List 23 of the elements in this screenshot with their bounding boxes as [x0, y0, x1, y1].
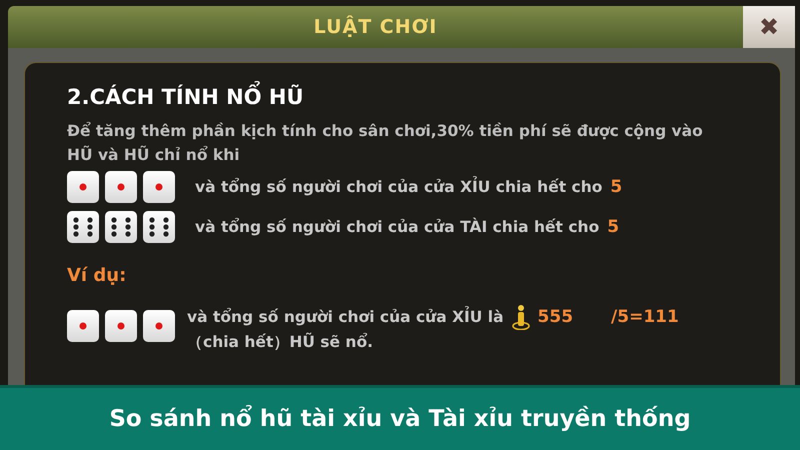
die-one-icon [143, 310, 175, 342]
dialog-title: LUẬT CHƠI [8, 6, 743, 48]
player-count: 555 [538, 307, 574, 327]
example-note: （chia hết）HŨ sẽ nổ. [187, 332, 374, 353]
die-one-icon [105, 171, 137, 203]
division-result: /5=111 [611, 307, 679, 327]
die-six-icon [143, 211, 175, 243]
person-icon [512, 304, 530, 330]
example-label: Ví dụ: [67, 265, 128, 286]
rule-text: và tổng số người chơi của cửa XỈU chia hết cho [195, 178, 602, 196]
intro-paragraph: Để tăng thêm phần kịch tính cho sân chơi,30% tiền phí sẽ được cộng vào HŨ và HŨ chỉ nổ khi [67, 120, 704, 166]
die-one-icon [143, 171, 175, 203]
close-button[interactable]: ✖ [743, 6, 795, 48]
die-one-icon [105, 310, 137, 342]
die-six-icon [67, 211, 99, 243]
rule-text: và tổng số người chơi của cửa TÀI chia hết cho [195, 218, 600, 236]
die-six-icon [105, 211, 137, 243]
divisor-value: 5 [607, 217, 620, 237]
die-one-icon [67, 310, 99, 342]
example-text: và tổng số người chơi của cửa XỈU là [187, 308, 504, 326]
divisor-value: 5 [610, 177, 622, 197]
caption-banner: So sánh nổ hũ tài xỉu và Tài xỉu truyền thống [0, 385, 800, 450]
die-one-icon [67, 171, 99, 203]
